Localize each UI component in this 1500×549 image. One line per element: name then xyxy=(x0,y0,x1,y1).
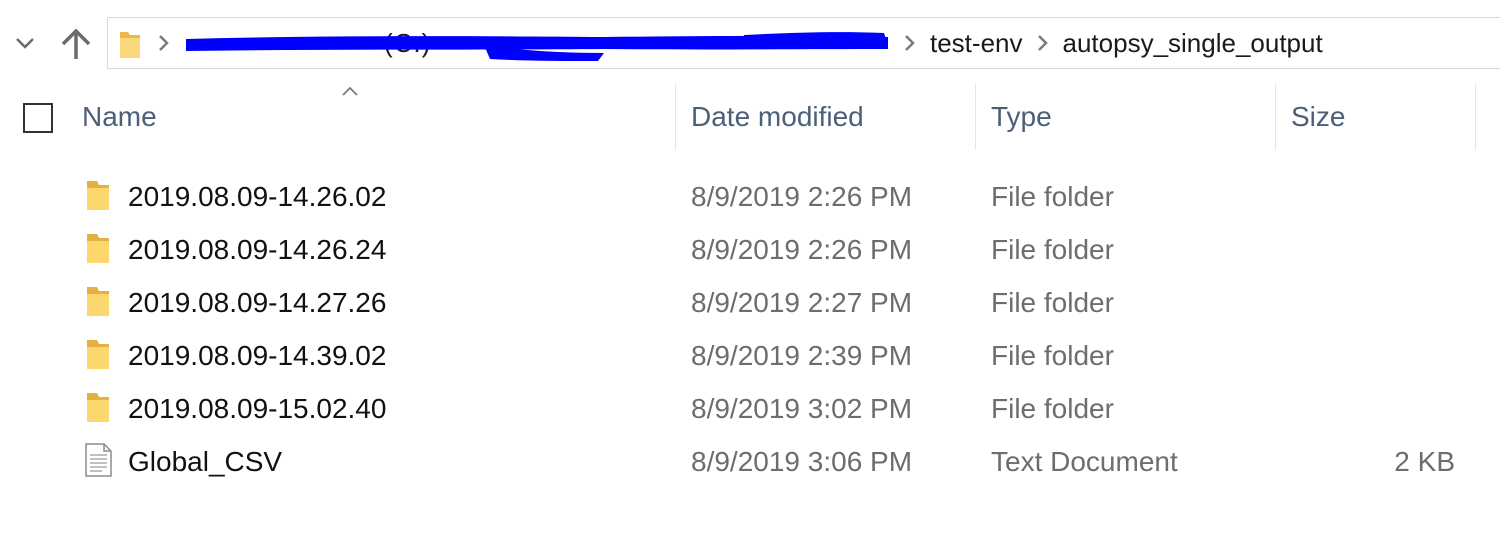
redaction-mark xyxy=(186,32,888,61)
file-type: File folder xyxy=(991,234,1114,265)
column-divider[interactable] xyxy=(675,84,676,150)
folder-icon xyxy=(87,287,109,316)
file-name: 2019.08.09-14.27.26 xyxy=(128,287,387,318)
column-header-size-label: Size xyxy=(1291,101,1346,132)
column-header-date-label: Date modified xyxy=(691,101,864,132)
file-type: File folder xyxy=(991,181,1114,212)
recent-locations-button[interactable] xyxy=(10,28,40,58)
chevron-down-icon xyxy=(16,38,34,49)
folder-icon xyxy=(87,393,109,422)
breadcrumb-separator-icon[interactable] xyxy=(1037,34,1049,52)
file-date-modified: 8/9/2019 2:26 PM xyxy=(691,234,913,265)
file-size: 2 KB xyxy=(1394,446,1455,477)
column-divider[interactable] xyxy=(975,84,976,150)
file-type: File folder xyxy=(991,393,1114,424)
column-header-name-label: Name xyxy=(82,101,157,132)
file-date-modified: 8/9/2019 2:27 PM xyxy=(691,287,913,318)
breadcrumb-redacted-path[interactable]: (C:) xyxy=(184,23,890,63)
folder-icon xyxy=(118,26,144,60)
arrow-up-icon xyxy=(61,28,91,59)
file-date-modified: 8/9/2019 3:02 PM xyxy=(691,393,913,424)
select-all-checkbox[interactable] xyxy=(23,103,53,133)
file-type: Text Document xyxy=(991,446,1178,477)
breadcrumb-autopsy-single-output[interactable]: autopsy_single_output xyxy=(1063,28,1323,59)
column-header-type[interactable]: Type xyxy=(991,84,1271,150)
up-one-level-button[interactable] xyxy=(56,24,96,64)
column-header-size[interactable]: Size xyxy=(1291,84,1471,150)
file-row[interactable]: 2019.08.09-14.27.26 8/9/2019 2:27 PM Fil… xyxy=(0,275,1500,328)
text-document-icon xyxy=(85,443,112,477)
file-row[interactable]: 2019.08.09-15.02.40 8/9/2019 3:02 PM Fil… xyxy=(0,381,1500,434)
file-row[interactable]: Global_CSV 8/9/2019 3:06 PM Text Documen… xyxy=(0,434,1500,487)
file-name: 2019.08.09-15.02.40 xyxy=(128,393,387,424)
folder-icon xyxy=(87,181,109,210)
breadcrumb-separator-icon[interactable] xyxy=(904,34,916,52)
file-name: 2019.08.09-14.26.02 xyxy=(128,181,387,212)
breadcrumb-separator-icon[interactable] xyxy=(158,34,170,52)
column-header-date-modified[interactable]: Date modified xyxy=(691,84,971,150)
address-bar[interactable]: (C:) test-env autopsy_single_output xyxy=(107,17,1500,69)
folder-icon xyxy=(87,340,109,369)
file-date-modified: 8/9/2019 2:39 PM xyxy=(691,340,913,371)
file-row[interactable]: 2019.08.09-14.26.24 8/9/2019 2:26 PM Fil… xyxy=(0,222,1500,275)
file-name: 2019.08.09-14.39.02 xyxy=(128,340,387,371)
file-type: File folder xyxy=(991,287,1114,318)
column-divider[interactable] xyxy=(1475,84,1476,150)
file-date-modified: 8/9/2019 3:06 PM xyxy=(691,446,913,477)
file-type: File folder xyxy=(991,340,1114,371)
file-row[interactable]: 2019.08.09-14.26.02 8/9/2019 2:26 PM Fil… xyxy=(0,169,1500,222)
file-name: 2019.08.09-14.26.24 xyxy=(128,234,387,265)
breadcrumb-test-env[interactable]: test-env xyxy=(930,28,1023,59)
file-name: Global_CSV xyxy=(128,446,283,477)
column-divider[interactable] xyxy=(1275,84,1276,150)
file-row[interactable]: 2019.08.09-14.39.02 8/9/2019 2:39 PM Fil… xyxy=(0,328,1500,381)
file-date-modified: 8/9/2019 2:26 PM xyxy=(691,181,913,212)
folder-icon xyxy=(87,234,109,263)
column-header-type-label: Type xyxy=(991,101,1052,132)
column-header-name[interactable]: Name xyxy=(82,84,672,150)
